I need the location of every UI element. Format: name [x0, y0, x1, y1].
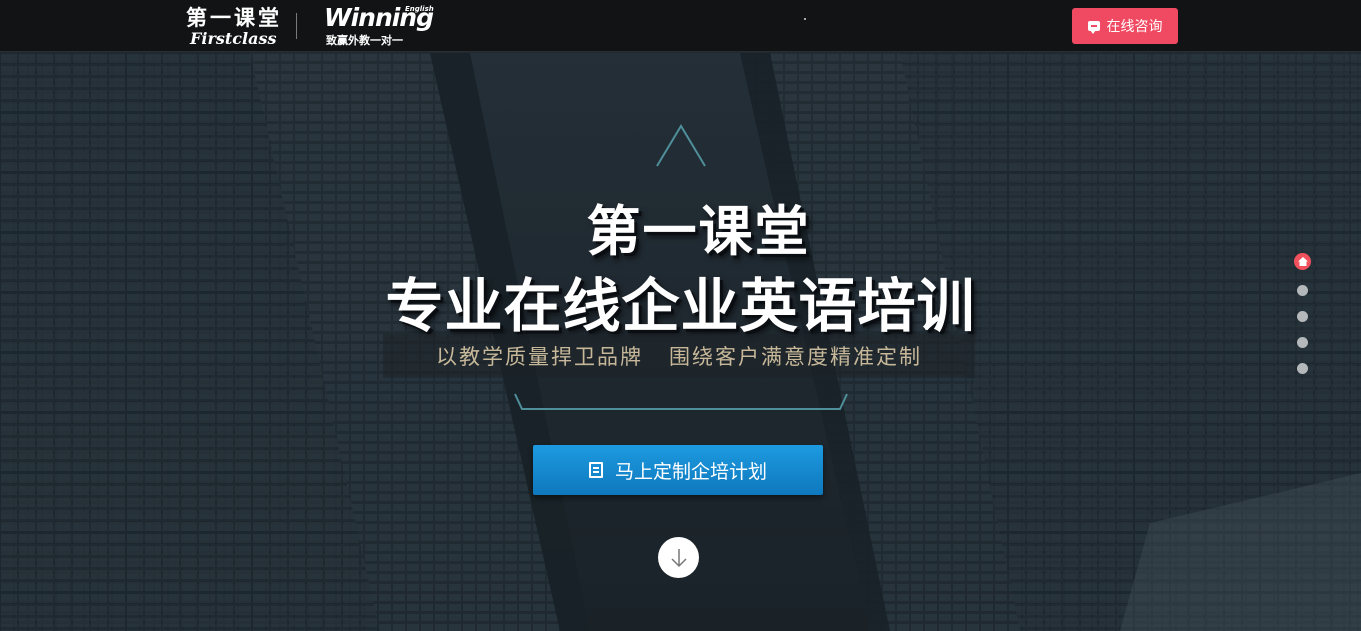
hero-subtitle-part1: 以教学质量捍卫品牌: [436, 345, 643, 369]
hero-subtitle: 以教学质量捍卫品牌 围绕客户满意度精准定制: [383, 334, 975, 378]
hero-title-line2: 专业在线企业英语培训: [385, 272, 976, 340]
customize-training-plan-button[interactable]: 马上定制企培计划: [533, 445, 823, 495]
hero-title-line1: 第一课堂: [586, 200, 811, 263]
scroll-down-button[interactable]: [658, 537, 699, 578]
customize-training-plan-label: 马上定制企培计划: [614, 460, 767, 483]
dot-nav-item-3[interactable]: [1297, 311, 1308, 322]
chat-bubble-icon: [1087, 21, 1100, 34]
decorative-dot: [804, 18, 806, 20]
home-icon: [1297, 257, 1308, 266]
online-consult-label: 在线咨询: [1106, 19, 1163, 35]
logo-divider: [296, 13, 297, 39]
bottom-bracket-decoration: [514, 393, 848, 410]
top-navigation-bar: 第一课堂 Firstclass Winning English 致赢外教一对一 …: [0, 0, 1361, 52]
online-consult-button[interactable]: 在线咨询: [1072, 8, 1178, 44]
firstclass-logo-english[interactable]: Firstclass: [190, 29, 276, 48]
dot-nav-item-5[interactable]: [1297, 363, 1308, 374]
dot-nav-item-4[interactable]: [1297, 337, 1308, 348]
arrow-down-icon: [670, 548, 687, 567]
winning-logo-tagline: 致赢外教一对一: [326, 34, 403, 47]
firstclass-logo-chinese[interactable]: 第一课堂: [186, 2, 282, 32]
document-icon: [588, 462, 603, 478]
winning-logo-superscript: English: [405, 5, 434, 13]
dot-nav-home[interactable]: [1294, 253, 1311, 270]
hero-subtitle-part2: 围绕客户满意度精准定制: [669, 345, 922, 369]
top-triangle-decoration: [656, 124, 706, 167]
dot-nav-item-2[interactable]: [1297, 285, 1308, 296]
